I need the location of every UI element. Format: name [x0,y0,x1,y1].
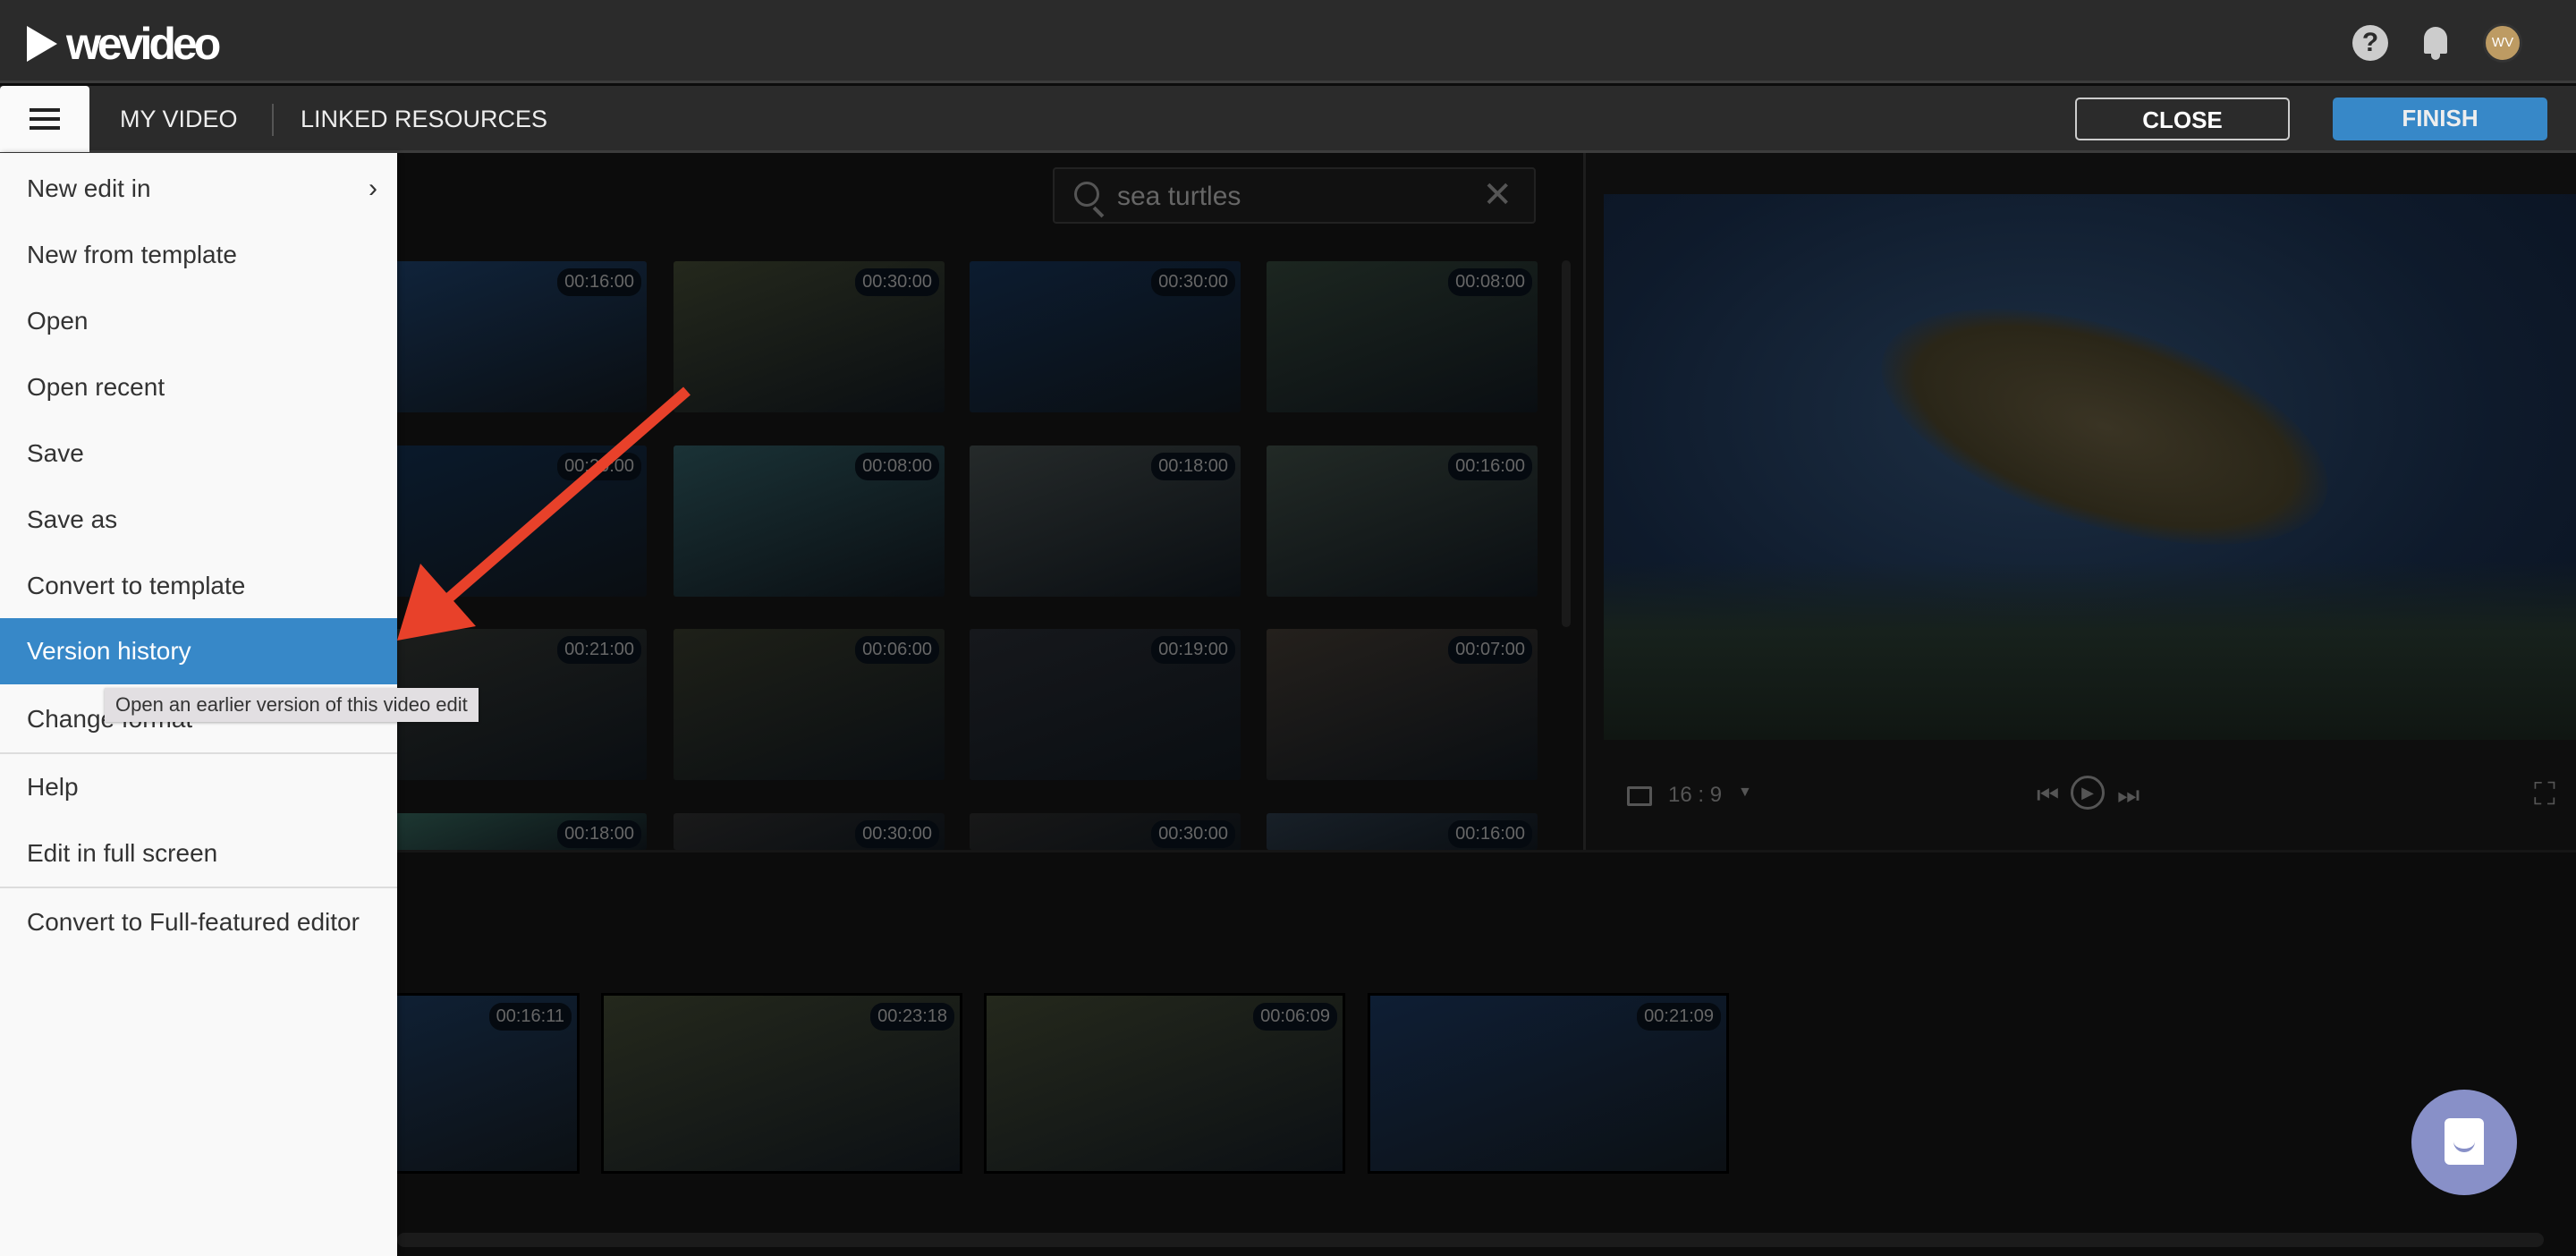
menu-divider [0,887,397,888]
play-icon[interactable]: ▶ [2071,776,2105,810]
menu-item-label: Convert to Full-featured editor [27,908,360,936]
duration-badge: 00:21:00 [557,636,641,664]
timeline-clip[interactable]: 00:21:09 [1368,993,1729,1174]
media-thumbnail[interactable]: 00:08:00 [1267,261,1538,412]
menu-item-save-as[interactable]: Save as [0,487,397,553]
menu-item-edit-in-full-screen[interactable]: Edit in full screen [0,820,397,887]
timeline-clip[interactable]: 00:23:18 [601,993,962,1174]
media-thumbnail[interactable]: 00:07:00 [1267,629,1538,780]
duration-badge: 00:30:00 [855,268,939,296]
menu-item-convert-to-full-featured-editor[interactable]: Convert to Full-featured editor [0,889,397,955]
close-button[interactable]: CLOSE [2075,98,2290,140]
clip-duration: 00:06:09 [1253,1003,1337,1031]
avatar[interactable]: WV [2483,23,2522,63]
logo-icon [27,26,57,62]
duration-badge: 00:18:00 [1151,453,1235,480]
menu-item-version-history[interactable]: Version history [0,618,397,684]
fullscreen-icon[interactable]: ⛶ [2534,777,2555,812]
media-thumbnail[interactable]: 00:08:00 [674,446,945,597]
duration-badge: 00:16:00 [1448,453,1532,480]
help-icon[interactable]: ? [2352,25,2388,61]
clip-duration: 00:21:09 [1637,1003,1721,1031]
media-thumbnail[interactable]: 00:30:00 [674,261,945,412]
menu-item-label: Edit in full screen [27,839,218,867]
hamburger-menu-button[interactable] [0,86,89,152]
chat-button[interactable] [2411,1090,2517,1195]
menu-item-new-edit-in[interactable]: New edit in › [0,156,397,222]
bell-icon[interactable] [2420,25,2451,61]
chevron-right-icon: › [369,174,377,203]
media-scrollbar[interactable] [1562,260,1571,627]
media-thumbnail[interactable]: 00:18:00 [376,813,647,850]
media-thumbnail[interactable]: 00:16:00 [376,261,647,412]
divider [272,104,274,136]
media-thumbnail[interactable]: 00:06:00 [674,629,945,780]
media-thumbnail[interactable]: 00:30:00 [674,813,945,850]
media-thumbnail[interactable]: 00:16:00 [1267,446,1538,597]
media-thumbnail[interactable]: 00:30:00 [970,813,1241,850]
timeline-clip[interactable]: 00:06:09 [984,993,1345,1174]
media-thumbnail[interactable]: 00:19:00 [970,629,1241,780]
duration-badge: 00:08:00 [855,453,939,480]
menu-item-label: Version history [27,637,191,665]
duration-badge: 00:07:00 [1448,636,1532,664]
search-icon [1074,182,1099,207]
duration-badge: 00:30:00 [855,820,939,848]
preview-panel: 16 : 9 ▼ ⏮ ▶ ⏭ ⛶ [1583,153,2576,850]
menu-item-help[interactable]: Help [0,754,397,820]
tab-linked-resources[interactable]: LINKED RESOURCES [301,106,547,133]
duration-badge: 00:30:00 [1151,268,1235,296]
duration-badge: 00:20:00 [557,453,641,480]
menu-item-label: Open [27,307,89,335]
tab-my-video[interactable]: MY VIDEO [120,106,238,133]
menu-item-open-recent[interactable]: Open recent [0,354,397,420]
menu-item-convert-to-template[interactable]: Convert to template [0,553,397,619]
duration-badge: 00:08:00 [1448,268,1532,296]
finish-button[interactable]: FINISH [2333,98,2547,140]
menu-item-label: New edit in [27,174,151,202]
menu-item-label: Open recent [27,373,165,401]
wevideo-logo[interactable]: wevideo [27,18,221,70]
menu-item-label: Save as [27,505,118,533]
duration-badge: 00:16:00 [1448,820,1532,848]
menu-item-label: Convert to template [27,572,246,599]
menu-item-open[interactable]: Open [0,288,397,354]
clear-search-icon[interactable]: ✕ [1482,174,1513,216]
duration-badge: 00:19:00 [1151,636,1235,664]
top-bar: wevideo ? WV [0,0,2576,83]
media-thumbnail[interactable]: 00:18:00 [970,446,1241,597]
video-preview[interactable] [1604,194,2576,740]
media-thumbnail[interactable]: 00:20:00 [376,446,647,597]
menu-item-label: Save [27,439,84,467]
menu-item-label: Help [27,773,79,801]
timeline-scrollbar[interactable] [397,1233,2544,1247]
duration-badge: 00:30:00 [1151,820,1235,848]
menu-item-label: New from template [27,241,237,268]
aspect-ratio-select[interactable]: 16 : 9 [1668,783,1722,808]
search-value: sea turtles [1117,182,1241,211]
menu-item-new-from-template[interactable]: New from template [0,222,397,288]
clip-duration: 00:23:18 [870,1003,954,1031]
skip-forward-icon[interactable]: ⏭ [2117,781,2140,810]
nav-bar: MY VIDEO LINKED RESOURCES CLOSE FINISH [0,86,2576,153]
aspect-chevron-icon: ▼ [1738,785,1752,800]
aspect-ratio-icon[interactable] [1627,786,1652,806]
skip-back-icon[interactable]: ⏮ [2037,781,2059,810]
duration-badge: 00:18:00 [557,820,641,848]
media-thumbnail[interactable]: 00:16:00 [1267,813,1538,850]
tooltip: Open an earlier version of this video ed… [105,688,479,722]
menu-divider [0,752,397,754]
duration-badge: 00:06:00 [855,636,939,664]
menu-item-save[interactable]: Save [0,420,397,487]
media-thumbnail[interactable]: 00:30:00 [970,261,1241,412]
search-input[interactable]: sea turtles ✕ [1053,167,1536,224]
clip-duration: 00:16:11 [488,1003,572,1031]
duration-badge: 00:16:00 [557,268,641,296]
